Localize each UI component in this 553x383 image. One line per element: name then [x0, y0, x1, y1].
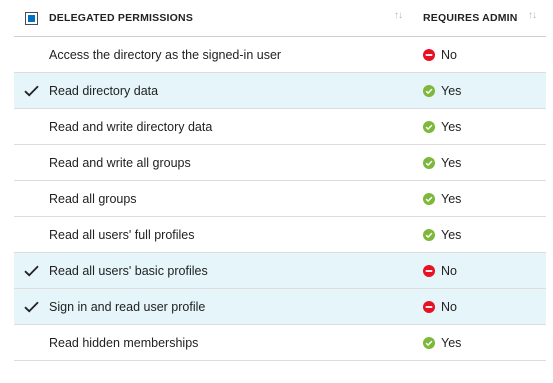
requires-admin-value: Yes: [441, 155, 462, 170]
row-checkbox[interactable]: [14, 37, 49, 72]
minus-circle-icon: [423, 300, 435, 313]
requires-admin-cell: No: [423, 37, 457, 72]
row-checkbox[interactable]: [14, 325, 49, 360]
table-row[interactable]: Read all users' basic profiles No: [14, 253, 546, 289]
permission-name: Read all groups: [49, 191, 137, 206]
row-checkbox[interactable]: [14, 253, 49, 288]
permission-name: Access the directory as the signed-in us…: [49, 47, 282, 62]
table-row[interactable]: Read and write directory data Yes: [14, 109, 546, 145]
requires-admin-value: No: [441, 47, 457, 62]
table-row[interactable]: Sign in and read user profile No: [14, 289, 546, 325]
requires-admin-value: Yes: [441, 335, 462, 350]
permission-name: Read directory data: [49, 83, 159, 98]
requires-admin-cell: Yes: [423, 217, 461, 252]
permission-rows: Access the directory as the signed-in us…: [14, 37, 546, 361]
check-circle-icon: [423, 336, 435, 349]
requires-admin-cell: Yes: [423, 145, 461, 180]
row-checkbox[interactable]: [14, 289, 49, 324]
table-row[interactable]: Read hidden memberships Yes: [14, 325, 546, 361]
minus-circle-icon: [423, 48, 435, 61]
check-circle-icon: [423, 156, 435, 169]
requires-admin-value: Yes: [441, 227, 462, 242]
row-checkbox[interactable]: [14, 109, 49, 144]
requires-admin-value: Yes: [441, 119, 462, 134]
requires-admin-cell: No: [423, 253, 457, 288]
table-row[interactable]: Access the directory as the signed-in us…: [14, 37, 546, 73]
select-all-cell[interactable]: [14, 0, 49, 36]
table-row[interactable]: Read all users' full profiles Yes: [14, 217, 546, 253]
requires-admin-value: No: [441, 299, 457, 314]
sort-admin-icon[interactable]: ↑↓: [528, 10, 537, 21]
check-circle-icon: [423, 228, 435, 241]
requires-admin-cell: Yes: [423, 181, 461, 216]
permission-name: Read and write directory data: [49, 119, 213, 134]
permission-name: Sign in and read user profile: [49, 299, 206, 314]
table-row[interactable]: Read directory data Yes: [14, 73, 546, 109]
row-checkbox[interactable]: [14, 217, 49, 252]
table-row[interactable]: Read all groups Yes: [14, 181, 546, 217]
row-checkbox[interactable]: [14, 181, 49, 216]
requires-admin-cell: Yes: [423, 325, 461, 360]
requires-admin-value: Yes: [441, 191, 462, 206]
row-checkbox[interactable]: [14, 145, 49, 180]
permission-name: Read all users' basic profiles: [49, 263, 208, 278]
requires-admin-value: No: [441, 263, 457, 278]
checkmark-icon: [24, 301, 39, 312]
minus-circle-icon: [423, 264, 435, 277]
check-circle-icon: [423, 192, 435, 205]
table-row[interactable]: Read and write all groups Yes: [14, 145, 546, 181]
select-all-checkbox[interactable]: [25, 11, 38, 25]
requires-admin-cell: Yes: [423, 109, 461, 144]
permissions-grid: DELEGATED PERMISSIONS ↑↓ REQUIRES ADMIN …: [14, 0, 546, 361]
permission-name: Read hidden memberships: [49, 335, 199, 350]
requires-admin-value: Yes: [441, 83, 462, 98]
grid-header: DELEGATED PERMISSIONS ↑↓ REQUIRES ADMIN …: [14, 0, 546, 37]
checkmark-icon: [24, 265, 39, 276]
partial-selection-indicator: [28, 14, 35, 22]
requires-admin-header[interactable]: REQUIRES ADMIN: [423, 0, 518, 36]
permission-name: Read and write all groups: [49, 155, 191, 170]
requires-admin-cell: No: [423, 289, 457, 324]
checkmark-icon: [24, 85, 39, 96]
row-checkbox[interactable]: [14, 73, 49, 108]
sort-permissions-icon[interactable]: ↑↓: [394, 10, 403, 21]
permission-name: Read all users' full profiles: [49, 227, 195, 242]
check-circle-icon: [423, 84, 435, 97]
requires-admin-cell: Yes: [423, 73, 461, 108]
check-circle-icon: [423, 120, 435, 133]
